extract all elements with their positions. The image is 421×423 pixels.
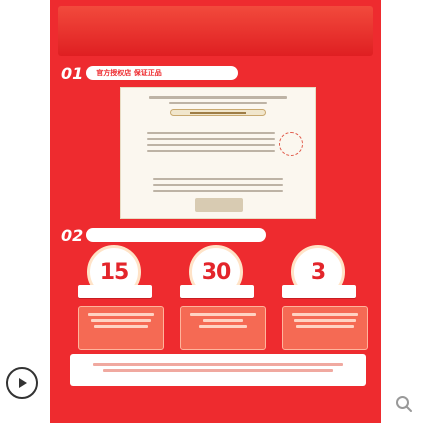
service-card	[180, 306, 266, 350]
play-icon	[19, 378, 27, 388]
service-detail-cards	[70, 306, 368, 352]
note-text-line	[93, 363, 343, 366]
poster-title	[58, 6, 373, 56]
service-card	[282, 306, 368, 350]
promo-poster: 01 官方授权店 保证正品 02 15 30 3	[50, 0, 381, 423]
service-card	[78, 306, 164, 350]
note-text-line	[103, 369, 333, 372]
section-header-2: 02	[61, 225, 267, 245]
section-tab-label: 官方授权店 保证正品	[86, 66, 239, 80]
badge-label	[180, 285, 254, 298]
section-number: 02	[61, 225, 84, 245]
service-note	[70, 354, 366, 386]
certificate-text-line	[149, 96, 287, 99]
card-text-line	[199, 325, 247, 328]
search-button[interactable]	[393, 393, 415, 415]
card-text-line	[292, 313, 358, 316]
certificate-text-line	[153, 190, 283, 192]
badge-label	[78, 285, 152, 298]
certificate-text-line	[153, 184, 283, 186]
service-badge: 15	[78, 245, 152, 303]
search-icon	[396, 396, 412, 412]
section-number: 01	[61, 63, 84, 83]
card-text-line	[296, 325, 354, 328]
certificate-badge	[195, 198, 243, 212]
card-text-line	[88, 313, 154, 316]
certificate-seal-icon	[279, 132, 303, 156]
card-text-line	[91, 319, 151, 322]
card-text-line	[294, 319, 356, 322]
card-text-line	[190, 313, 256, 316]
authorization-certificate	[120, 87, 316, 219]
section-tab-label	[86, 228, 267, 242]
certificate-text-line	[147, 138, 275, 140]
card-text-line	[94, 325, 148, 328]
service-badges: 15 30 3	[70, 245, 366, 305]
badge-number: 30	[201, 259, 232, 285]
certificate-text-line	[169, 102, 267, 104]
certificate-text-line	[153, 178, 283, 180]
badge-number: 3	[310, 259, 326, 285]
service-badge: 30	[180, 245, 254, 303]
certificate-text-line	[147, 150, 275, 152]
certificate-text-line	[147, 132, 275, 134]
play-video-button[interactable]	[6, 367, 38, 399]
service-badge: 3	[282, 245, 356, 303]
badge-number: 15	[99, 259, 130, 285]
badge-label	[282, 285, 356, 298]
certificate-ribbon	[170, 109, 266, 116]
certificate-text-line	[147, 144, 275, 146]
section-header-1: 01 官方授权店 保证正品	[61, 63, 239, 83]
card-text-line	[203, 319, 243, 322]
